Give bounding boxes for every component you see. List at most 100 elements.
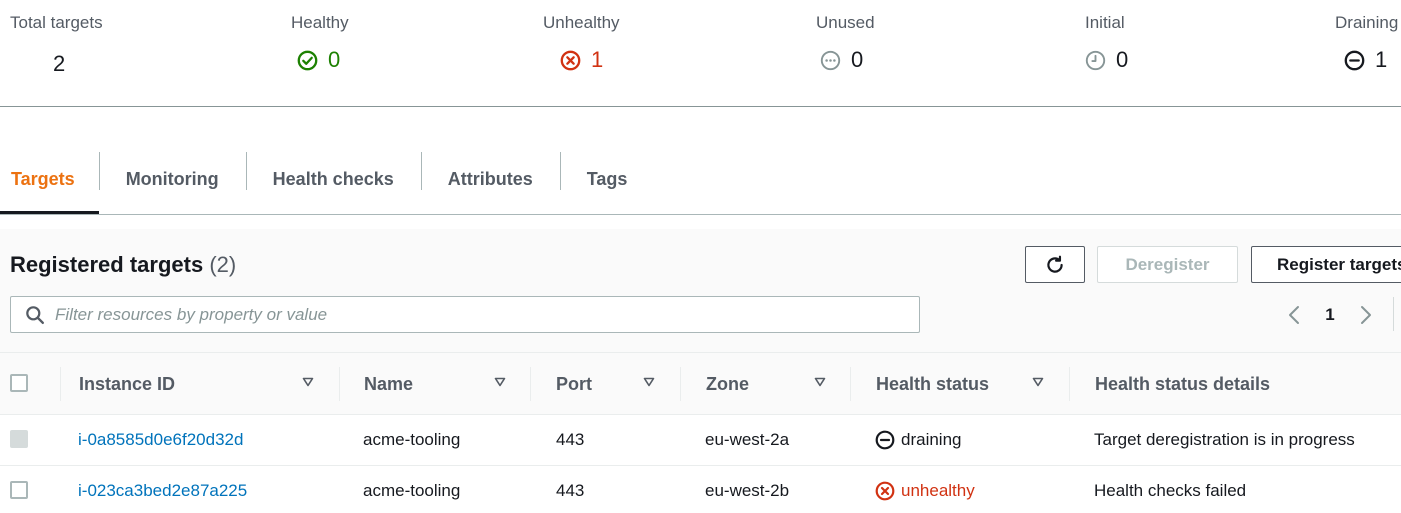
tab-attributes-label: Attributes — [447, 168, 533, 189]
page-number-button[interactable]: 1 — [1305, 305, 1355, 325]
refresh-button[interactable] — [1025, 246, 1085, 283]
stat-unused-value: 0 — [851, 47, 864, 72]
panel-title-text: Registered targets — [10, 252, 204, 277]
sort-caret-icon — [643, 377, 655, 387]
stat-draining-value: 1 — [1375, 47, 1388, 72]
column-divider — [680, 367, 681, 401]
row-checkbox[interactable] — [10, 481, 28, 499]
instance-id-link[interactable]: i-023ca3bed2e87a225 — [78, 481, 247, 501]
sort-caret-icon — [302, 377, 314, 387]
stat-unhealthy-value: 1 — [591, 47, 604, 72]
health-status-cell: unhealthy — [875, 466, 975, 513]
port-cell: 443 — [556, 430, 585, 449]
column-divider — [60, 367, 61, 401]
pagination: 1 — [1283, 301, 1377, 329]
table-header: Instance ID Name Port Zone Health status… — [0, 352, 1401, 415]
check-circle-icon — [297, 50, 318, 70]
column-header-name[interactable]: Name — [364, 353, 524, 415]
stat-draining-label: Draining — [1335, 13, 1399, 32]
column-header-health-status[interactable]: Health status — [876, 353, 1066, 415]
stat-unhealthy: Unhealthy 1 — [543, 13, 620, 71]
column-header-health-status-details-label: Health status details — [1095, 373, 1271, 394]
column-header-health-status-label: Health status — [876, 373, 990, 394]
port-cell: 443 — [556, 481, 585, 500]
clock-icon — [1085, 50, 1106, 70]
next-page-button[interactable] — [1355, 301, 1377, 329]
column-divider — [850, 367, 851, 401]
name-cell: acme-tooling — [363, 430, 461, 449]
tabs-area: Targets Monitoring Health checks Attribu… — [0, 108, 1401, 215]
column-header-instance-id-label: Instance ID — [79, 373, 176, 394]
zone-cell: eu-west-2b — [705, 481, 790, 500]
column-header-name-label: Name — [364, 373, 414, 394]
stat-draining: Draining 1 — [1335, 13, 1398, 71]
pager-divider — [1393, 297, 1394, 331]
tab-bar: Targets Monitoring Health checks Attribu… — [0, 152, 1401, 215]
health-status-text: draining — [901, 430, 962, 449]
x-circle-icon — [560, 50, 581, 70]
ellipsis-circle-icon — [820, 50, 841, 70]
table-row[interactable]: i-023ca3bed2e87a225 acme-tooling 443 eu-… — [0, 466, 1401, 513]
health-status-cell: draining — [875, 415, 962, 465]
instance-id-cell: i-023ca3bed2e87a225 — [78, 466, 247, 513]
target-summary: Total targets 2 Healthy 0 Unhealthy 1 Un… — [0, 0, 1401, 107]
stat-unused-label: Unused — [816, 13, 875, 32]
column-divider — [530, 367, 531, 401]
stat-initial-label: Initial — [1085, 13, 1125, 32]
panel-title: Registered targets (2) — [10, 252, 236, 278]
column-header-port[interactable]: Port — [556, 353, 676, 415]
minus-circle-icon — [1344, 50, 1365, 70]
tab-tags-label: Tags — [586, 168, 628, 189]
tab-health-checks[interactable]: Health checks — [245, 152, 421, 206]
column-divider — [339, 367, 340, 401]
stat-healthy-value: 0 — [328, 47, 341, 72]
previous-page-button[interactable] — [1283, 301, 1305, 329]
stat-total-targets: Total targets 2 — [10, 13, 103, 75]
tab-monitoring[interactable]: Monitoring — [98, 152, 246, 206]
select-all-checkbox[interactable] — [10, 374, 28, 392]
panel-title-count: (2) — [209, 252, 237, 277]
row-checkbox[interactable] — [10, 430, 28, 448]
sort-caret-icon — [1032, 377, 1044, 387]
stat-initial: Initial 0 — [1085, 13, 1128, 71]
table-row[interactable]: i-0a8585d0e6f20d32d acme-tooling 443 eu-… — [0, 415, 1401, 466]
zone-cell: eu-west-2a — [705, 430, 790, 449]
filter-input[interactable] — [55, 304, 875, 325]
x-circle-icon — [875, 481, 895, 501]
stat-initial-value: 0 — [1116, 47, 1129, 72]
tab-attributes[interactable]: Attributes — [420, 152, 560, 206]
search-icon — [26, 305, 44, 324]
column-header-port-label: Port — [556, 373, 592, 394]
health-status-details-cell: Health checks failed — [1094, 481, 1247, 500]
deregister-button[interactable]: Deregister — [1097, 246, 1238, 283]
column-header-zone[interactable]: Zone — [706, 353, 846, 415]
minus-circle-icon — [875, 430, 895, 450]
tab-health-checks-label: Health checks — [272, 168, 394, 189]
sort-caret-icon — [494, 377, 506, 387]
stat-healthy-label: Healthy — [291, 13, 349, 32]
registered-targets-panel: Registered targets (2) Deregister Regist… — [0, 229, 1401, 513]
instance-id-link[interactable]: i-0a8585d0e6f20d32d — [78, 430, 243, 450]
stat-total-targets-value: 2 — [53, 51, 66, 76]
register-targets-button[interactable]: Register targets — [1251, 246, 1401, 283]
health-status-details-cell: Target deregistration is in progress — [1094, 430, 1355, 449]
column-header-health-status-details[interactable]: Health status details — [1095, 353, 1395, 415]
refresh-icon — [1047, 255, 1063, 273]
column-header-zone-label: Zone — [706, 373, 749, 394]
stat-healthy: Healthy 0 — [291, 13, 349, 71]
tab-tags[interactable]: Tags — [559, 152, 655, 206]
chevron-left-icon — [1289, 306, 1299, 324]
stat-unused: Unused 0 — [816, 13, 875, 71]
stat-total-targets-label: Total targets — [10, 13, 103, 32]
tab-targets[interactable]: Targets — [0, 152, 99, 214]
tab-targets-label: Targets — [11, 168, 75, 189]
filter-box — [10, 296, 920, 333]
stat-unhealthy-label: Unhealthy — [543, 13, 620, 32]
tab-monitoring-label: Monitoring — [125, 168, 219, 189]
sort-caret-icon — [814, 377, 826, 387]
health-status-text: unhealthy — [901, 481, 975, 500]
chevron-right-icon — [1361, 306, 1371, 324]
instance-id-cell: i-0a8585d0e6f20d32d — [78, 415, 243, 465]
column-header-instance-id[interactable]: Instance ID — [79, 353, 331, 415]
name-cell: acme-tooling — [363, 481, 461, 500]
